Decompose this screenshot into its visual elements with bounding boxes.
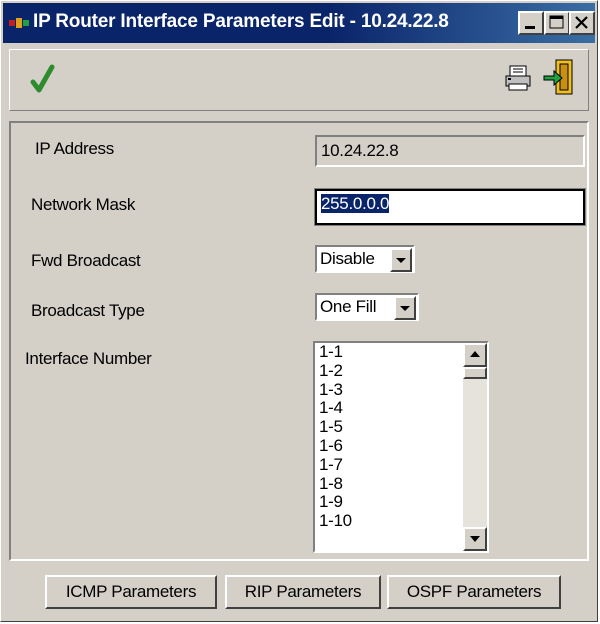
form-panel: IP Address 10.24.22.8 Network Mask 255.0… — [9, 121, 589, 561]
broadcast-type-value: One Fill — [320, 297, 377, 316]
list-item[interactable]: 1-10 — [315, 511, 487, 531]
ip-address-field: 10.24.22.8 — [315, 135, 585, 167]
window: IP Router Interface Parameters Edit - 10… — [0, 0, 598, 622]
chevron-down-icon — [400, 306, 410, 311]
list-item[interactable]: 1-6 — [315, 436, 487, 456]
list-item[interactable]: 1-8 — [315, 474, 487, 494]
fwd-broadcast-dropdown-button[interactable] — [390, 248, 412, 272]
fwd-broadcast-label: Fwd Broadcast — [31, 251, 141, 270]
checkmark-icon[interactable] — [30, 64, 56, 94]
list-item[interactable]: 1-3 — [315, 380, 487, 400]
minimize-icon — [525, 26, 535, 29]
list-item[interactable]: 1-4 — [315, 399, 487, 418]
close-icon — [575, 16, 588, 29]
broadcast-type-label: Broadcast Type — [31, 301, 145, 320]
broadcast-type-select[interactable]: One Fill — [315, 293, 419, 321]
rip-parameters-button[interactable]: RIP Parameters — [225, 575, 381, 609]
vertical-scrollbar[interactable] — [463, 343, 487, 551]
exit-door-icon[interactable] — [542, 58, 576, 98]
printer-icon[interactable] — [504, 64, 534, 94]
network-mask-label: Network Mask — [31, 195, 136, 214]
list-item[interactable]: 1-7 — [315, 455, 487, 475]
maximize-icon — [549, 15, 564, 29]
list-item[interactable]: 1-2 — [315, 361, 487, 381]
network-mask-input[interactable]: 255.0.0.0 — [314, 188, 586, 226]
ospf-parameters-button[interactable]: OSPF Parameters — [387, 575, 561, 609]
maximize-button[interactable] — [544, 11, 570, 35]
toolbar — [9, 49, 589, 111]
list-item[interactable]: 1-5 — [315, 417, 487, 437]
interface-number-label: Interface Number — [25, 349, 152, 368]
scroll-thumb[interactable] — [463, 367, 487, 379]
chevron-down-icon — [396, 258, 406, 263]
window-title: IP Router Interface Parameters Edit - 10… — [33, 11, 449, 32]
network-mask-value: 255.0.0.0 — [321, 194, 390, 213]
icmp-parameters-button[interactable]: ICMP Parameters — [45, 575, 217, 609]
broadcast-type-dropdown-button[interactable] — [394, 296, 416, 320]
title-bar[interactable]: IP Router Interface Parameters Edit - 10… — [3, 3, 595, 43]
list-item[interactable]: 1-9 — [315, 493, 487, 512]
interface-number-list[interactable]: 1-1 1-2 1-3 1-4 1-5 1-6 1-7 1-8 1-9 1-10 — [313, 341, 489, 553]
minimize-button[interactable] — [518, 11, 544, 35]
list-item[interactable]: 1-1 — [315, 343, 487, 362]
ip-address-label: IP Address — [35, 139, 114, 158]
close-button[interactable] — [569, 11, 595, 35]
app-icon — [9, 18, 29, 28]
arrow-up-icon — [470, 351, 480, 357]
scroll-up-button[interactable] — [463, 343, 487, 367]
fwd-broadcast-value: Disable — [320, 249, 375, 268]
scroll-down-button[interactable] — [463, 527, 487, 551]
fwd-broadcast-select[interactable]: Disable — [315, 245, 415, 273]
arrow-down-icon — [470, 536, 480, 542]
